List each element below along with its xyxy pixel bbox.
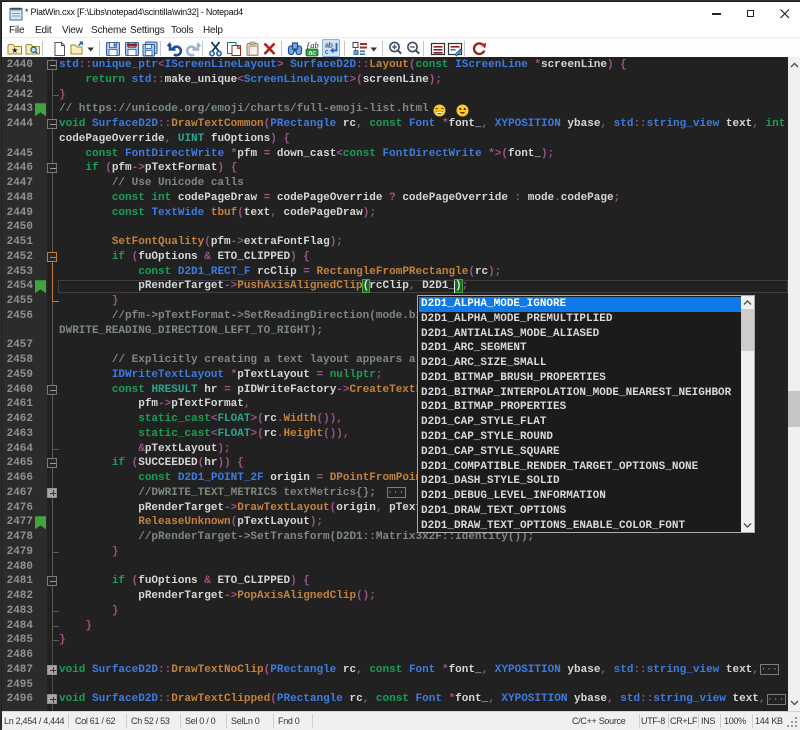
svg-text:ac: ac [308, 48, 316, 57]
svg-text:c: c [325, 49, 329, 56]
